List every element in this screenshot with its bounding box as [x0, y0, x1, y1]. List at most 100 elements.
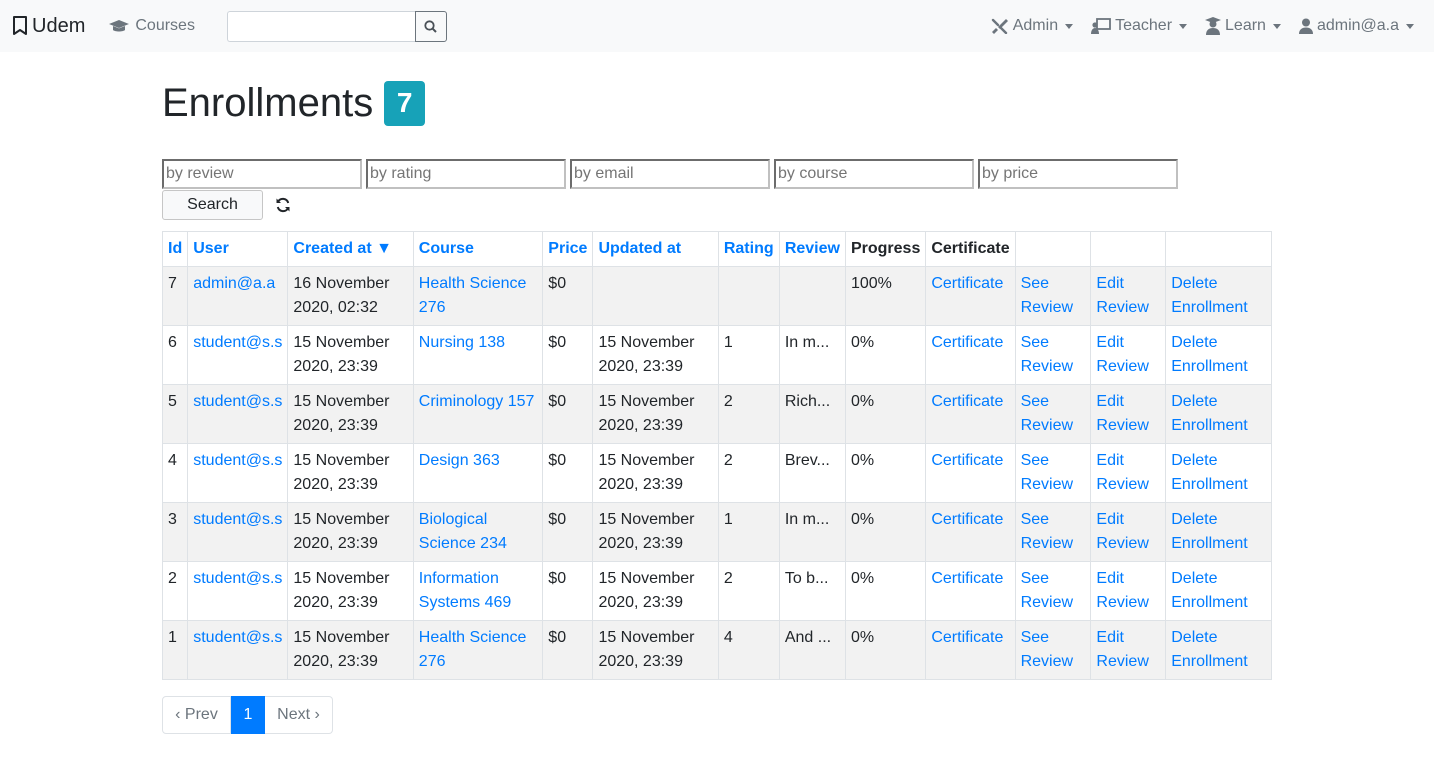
- delete-enrollment-link[interactable]: Delete Enrollment: [1171, 452, 1247, 493]
- cell-created-at: 15 November 2020, 23:39: [287, 620, 414, 680]
- cell-see-review-link: See Review: [1014, 384, 1092, 444]
- see-review-link[interactable]: See Review: [1021, 275, 1073, 316]
- cell-course-link[interactable]: Information Systems 469: [419, 570, 511, 611]
- cell-course-link[interactable]: Health Science 276: [419, 275, 527, 316]
- teacher-menu[interactable]: Teacher: [1091, 17, 1188, 35]
- price-filter-input[interactable]: [978, 159, 1178, 189]
- cell-user-link[interactable]: student@s.s: [193, 334, 282, 351]
- cell-course: Criminology 157: [412, 384, 544, 444]
- delete-enrollment-link[interactable]: Delete Enrollment: [1171, 570, 1247, 611]
- edit-review-link[interactable]: Edit Review: [1096, 334, 1148, 375]
- see-review-link[interactable]: See Review: [1021, 629, 1073, 670]
- admin-menu[interactable]: Admin: [991, 17, 1074, 35]
- table-header-row: Id User Created at ▼ Course Price Update…: [161, 231, 1272, 267]
- course-filter-input[interactable]: [774, 159, 974, 189]
- header-price[interactable]: Price: [542, 231, 594, 267]
- cell-course: Information Systems 469: [412, 561, 544, 621]
- certificate-link[interactable]: Certificate: [931, 511, 1003, 528]
- delete-enrollment-link[interactable]: Delete Enrollment: [1171, 511, 1247, 552]
- cell-see-review-link: See Review: [1014, 443, 1092, 503]
- user-menu[interactable]: admin@a.a: [1298, 17, 1414, 35]
- table-row: 1 student@s.s 15 November 2020, 23:39 Healt…: [161, 620, 1272, 680]
- table-row: 2 student@s.s 15 November 2020, 23:39 Infor…: [161, 561, 1272, 621]
- certificate-link[interactable]: Certificate: [931, 452, 1003, 469]
- page-1-button[interactable]: 1: [231, 696, 265, 734]
- certificate-link[interactable]: Certificate: [931, 570, 1003, 587]
- navbar-search-input[interactable]: [226, 10, 415, 42]
- delete-enrollment-link[interactable]: Delete Enrollment: [1171, 629, 1247, 670]
- cell-course-link[interactable]: Design 363: [419, 452, 500, 469]
- delete-enrollment-link[interactable]: Delete Enrollment: [1171, 334, 1247, 375]
- brand-link[interactable]: Udem: [12, 15, 85, 38]
- cell-course-link[interactable]: Health Science 276: [419, 629, 527, 670]
- prev-page-button[interactable]: ‹ Prev: [162, 696, 231, 734]
- certificate-link[interactable]: Certificate: [931, 275, 1003, 292]
- cell-user: admin@a.a: [187, 266, 289, 326]
- cell-updated-at: 15 November 2020, 23:39: [592, 502, 719, 562]
- cell-certificate-link: Certificate: [925, 443, 1016, 503]
- see-review-link[interactable]: See Review: [1021, 393, 1073, 434]
- see-review-link[interactable]: See Review: [1021, 334, 1073, 375]
- cell-review: Rich...: [778, 384, 846, 444]
- search-button[interactable]: Search: [162, 189, 263, 220]
- cell-delete-enrollment-link: Delete Enrollment: [1165, 266, 1272, 326]
- header-updated-at[interactable]: Updated at: [592, 231, 719, 267]
- tools-icon: [991, 18, 1008, 34]
- see-review-link[interactable]: See Review: [1021, 511, 1073, 552]
- cell-created-at: 15 November 2020, 23:39: [287, 502, 414, 562]
- cell-price: $0: [542, 561, 594, 621]
- cell-delete-enrollment-link: Delete Enrollment: [1165, 561, 1272, 621]
- cell-user-link[interactable]: student@s.s: [193, 629, 282, 646]
- delete-enrollment-link[interactable]: Delete Enrollment: [1171, 393, 1247, 434]
- cell-updated-at: 15 November 2020, 23:39: [592, 325, 719, 385]
- graduation-cap-icon: [109, 20, 130, 32]
- cell-user-link[interactable]: student@s.s: [193, 570, 282, 587]
- learn-menu[interactable]: Learn: [1205, 17, 1281, 35]
- review-filter-input[interactable]: [162, 159, 362, 189]
- courses-link[interactable]: Courses: [109, 17, 195, 35]
- cell-id: 1: [161, 620, 189, 680]
- see-review-link[interactable]: See Review: [1021, 570, 1073, 611]
- certificate-link[interactable]: Certificate: [931, 393, 1003, 410]
- edit-review-link[interactable]: Edit Review: [1096, 452, 1148, 493]
- edit-review-link[interactable]: Edit Review: [1096, 393, 1148, 434]
- cell-updated-at: 15 November 2020, 23:39: [592, 443, 719, 503]
- navbar-search-button[interactable]: [414, 10, 447, 42]
- header-user[interactable]: User: [187, 231, 289, 267]
- cell-user-link[interactable]: student@s.s: [193, 393, 282, 410]
- cell-user-link[interactable]: admin@a.a: [193, 275, 275, 292]
- header-rating[interactable]: Rating: [717, 231, 780, 267]
- cell-course: Health Science 276: [412, 620, 544, 680]
- edit-review-link[interactable]: Edit Review: [1096, 511, 1148, 552]
- cell-updated-at: [592, 266, 719, 326]
- cell-updated-at: 15 November 2020, 23:39: [592, 384, 719, 444]
- cell-user-link[interactable]: student@s.s: [193, 511, 282, 528]
- certificate-link[interactable]: Certificate: [931, 629, 1003, 646]
- header-delete: [1165, 231, 1272, 267]
- cell-user-link[interactable]: student@s.s: [193, 452, 282, 469]
- certificate-link[interactable]: Certificate: [931, 334, 1003, 351]
- cell-progress: 0%: [844, 325, 927, 385]
- header-course[interactable]: Course: [412, 231, 544, 267]
- cell-user: student@s.s: [187, 384, 289, 444]
- cell-review: In m...: [778, 502, 846, 562]
- cell-certificate-link: Certificate: [925, 561, 1016, 621]
- header-created-at[interactable]: Created at ▼: [287, 231, 414, 267]
- see-review-link[interactable]: See Review: [1021, 452, 1073, 493]
- rating-filter-input[interactable]: [366, 159, 566, 189]
- edit-review-link[interactable]: Edit Review: [1096, 570, 1148, 611]
- cell-see-review-link: See Review: [1014, 266, 1092, 326]
- edit-review-link[interactable]: Edit Review: [1096, 275, 1148, 316]
- cell-created-at: 15 November 2020, 23:39: [287, 325, 414, 385]
- header-review[interactable]: Review: [778, 231, 846, 267]
- email-filter-input[interactable]: [570, 159, 770, 189]
- cell-course-link[interactable]: Criminology 157: [419, 393, 535, 410]
- cell-course-link[interactable]: Nursing 138: [419, 334, 505, 351]
- edit-review-link[interactable]: Edit Review: [1096, 629, 1148, 670]
- cell-course-link[interactable]: Biological Science 234: [419, 511, 507, 552]
- header-id[interactable]: Id: [161, 231, 189, 267]
- navbar-search: [226, 10, 447, 42]
- next-page-button[interactable]: Next ›: [265, 696, 333, 734]
- reset-filters-link[interactable]: [275, 197, 291, 213]
- delete-enrollment-link[interactable]: Delete Enrollment: [1171, 275, 1247, 316]
